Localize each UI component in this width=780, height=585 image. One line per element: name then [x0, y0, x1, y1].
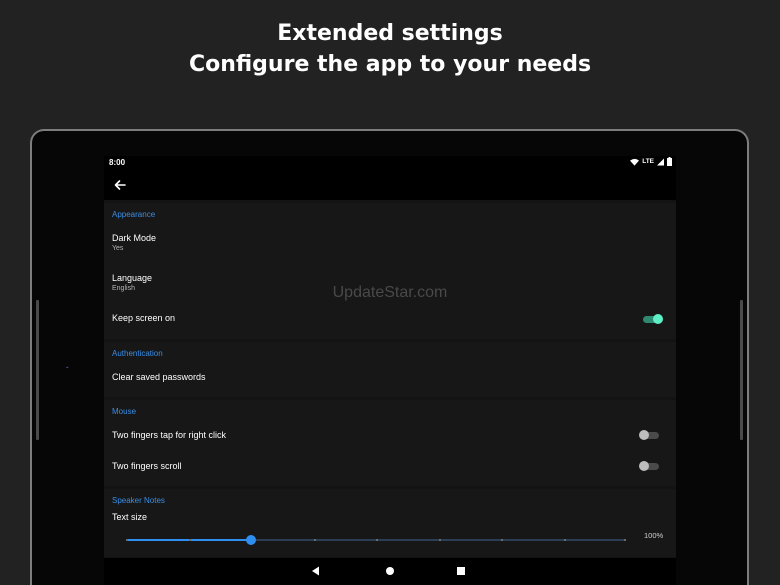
app-bar [104, 169, 676, 200]
toggle-thumb [653, 314, 663, 324]
signal-icon [657, 158, 664, 165]
arrow-back-icon[interactable] [112, 177, 128, 193]
slider-tick [564, 539, 566, 541]
status-bar: 8:00 LTE [104, 156, 676, 169]
promo-line-2: Configure the app to your needs [188, 52, 592, 77]
section-mouse: Mouse Two fingers tap for right click Tw… [104, 400, 676, 486]
section-header-authentication: Authentication [112, 349, 163, 358]
setting-keep-screen-on[interactable]: Keep screen on [104, 311, 676, 333]
slider-tick [624, 539, 626, 541]
status-icons: LTE [630, 157, 672, 166]
text-size-title: Text size [112, 512, 148, 522]
toggle-thumb [639, 461, 649, 471]
setting-dark-mode[interactable]: Dark Mode Yes [104, 231, 676, 263]
keep-screen-on-title: Keep screen on [112, 313, 176, 323]
slider-tick [376, 539, 378, 541]
keep-screen-on-toggle[interactable] [641, 313, 663, 325]
wifi-icon [630, 158, 640, 166]
promo-headline: Extended settings Configure the app to y… [0, 18, 780, 80]
dark-mode-title: Dark Mode [112, 233, 157, 243]
text-size-slider[interactable] [126, 533, 626, 547]
watermark: UpdateStar.com [332, 284, 448, 301]
slider-tick [189, 539, 191, 541]
home-circle-icon[interactable] [383, 564, 397, 578]
slider-tick [439, 539, 441, 541]
setting-two-fingers-tap[interactable]: Two fingers tap for right click [104, 426, 676, 450]
tablet-side-button-left [36, 300, 39, 440]
camera-mark: ˇ [66, 366, 69, 375]
two-fingers-scroll-toggle[interactable] [639, 460, 661, 472]
recents-square-icon[interactable] [454, 564, 468, 578]
slider-tick [314, 539, 316, 541]
section-authentication: Authentication Clear saved passwords [104, 342, 676, 397]
battery-icon [667, 157, 672, 166]
status-time: 8:00 [109, 158, 126, 167]
section-header-appearance: Appearance [112, 210, 156, 219]
text-size-value: 100% [644, 531, 664, 540]
slider-thumb[interactable] [246, 535, 256, 545]
setting-clear-saved-passwords[interactable]: Clear saved passwords [104, 368, 676, 390]
two-fingers-tap-title: Two fingers tap for right click [112, 430, 227, 440]
section-header-mouse: Mouse [112, 407, 137, 416]
section-header-speaker-notes: Speaker Notes [112, 496, 165, 505]
two-fingers-scroll-title: Two fingers scroll [112, 461, 182, 471]
toggle-thumb [639, 430, 649, 440]
promo-line-1: Extended settings [277, 21, 503, 46]
device-screen: 8:00 LTE Appearance Dark Mode Yes Langua… [104, 156, 676, 585]
section-appearance: Appearance Dark Mode Yes Language Englis… [104, 203, 676, 339]
two-fingers-tap-toggle[interactable] [639, 429, 661, 441]
setting-two-fingers-scroll[interactable]: Two fingers scroll [104, 457, 676, 481]
network-type-label: LTE [642, 158, 654, 165]
clear-passwords-title: Clear saved passwords [112, 372, 206, 382]
slider-tick [126, 539, 128, 541]
tablet-side-button-right [740, 300, 743, 440]
dark-mode-value: Yes [112, 245, 124, 252]
back-triangle-icon[interactable] [309, 564, 323, 578]
slider-tick [501, 539, 503, 541]
language-title: Language [112, 273, 153, 283]
navigation-bar [104, 558, 676, 585]
